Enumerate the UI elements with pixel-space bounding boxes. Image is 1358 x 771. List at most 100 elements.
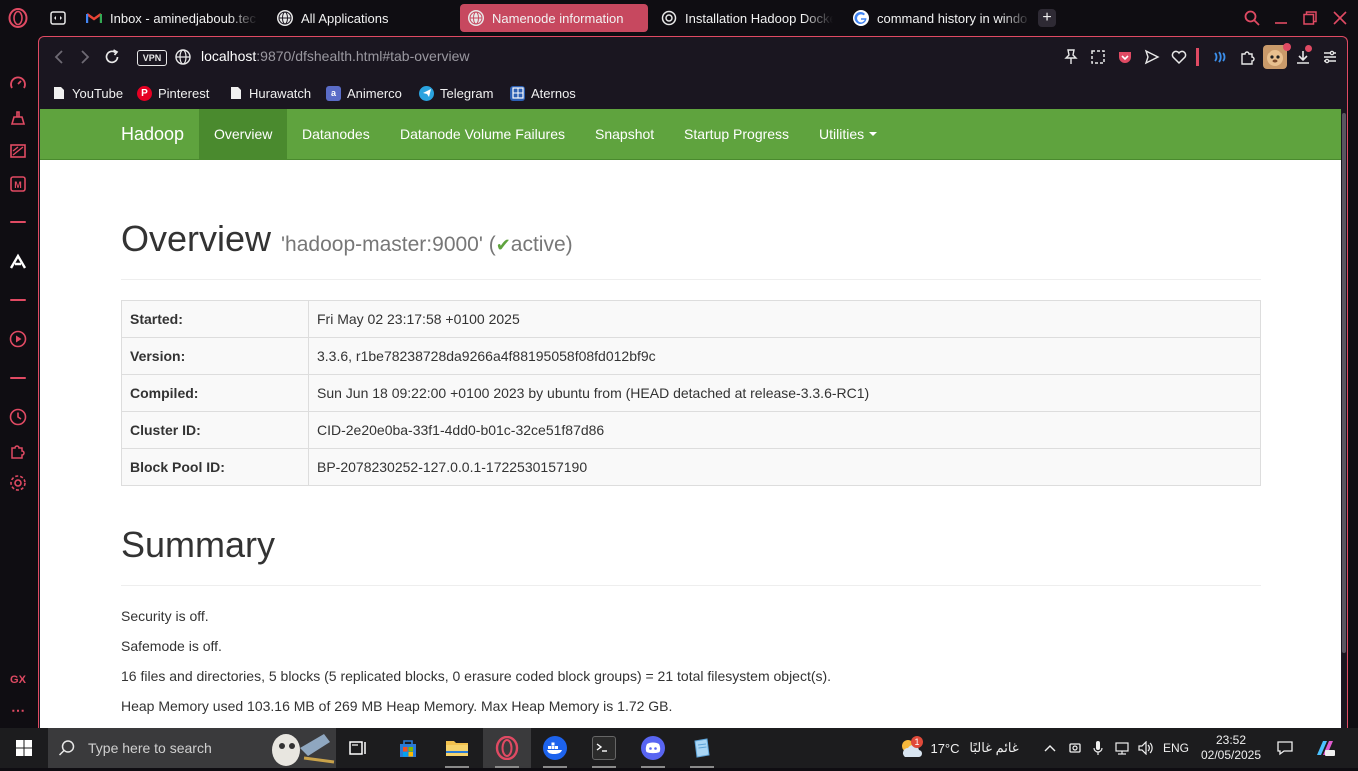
terminal-icon[interactable]	[580, 728, 628, 768]
toolbar-divider	[1196, 48, 1199, 66]
forward-icon[interactable]	[75, 47, 95, 67]
search-tabs-icon[interactable]	[1242, 8, 1262, 28]
bookmark-label: Pinterest	[158, 85, 210, 101]
document-icon	[51, 86, 66, 101]
copilot-icon[interactable]	[1310, 728, 1340, 768]
snapshot-icon[interactable]	[1088, 47, 1108, 67]
tab-all-applications[interactable]: All Applications	[269, 4, 449, 32]
summary-line: Security is off.	[121, 608, 209, 624]
extensions-icon[interactable]	[1238, 47, 1258, 67]
download-dot	[1305, 45, 1312, 52]
speed-dial-icon[interactable]	[7, 73, 29, 95]
clock[interactable]: 23:52 02/05/2025	[1196, 728, 1266, 768]
notepad-icon[interactable]	[678, 728, 726, 768]
minimize-icon[interactable]	[1271, 8, 1291, 28]
notifications-icon[interactable]	[1270, 728, 1300, 768]
nav-startup-progress[interactable]: Startup Progress	[669, 109, 804, 159]
svg-text:M: M	[14, 180, 22, 190]
taskbar-search[interactable]: Type here to search	[48, 728, 336, 768]
discord-icon[interactable]	[629, 728, 677, 768]
gmail-icon	[86, 10, 102, 26]
nav-datanode-volume-failures[interactable]: Datanode Volume Failures	[385, 109, 580, 159]
opera-gx-taskbar-icon[interactable]	[483, 728, 531, 768]
row-value: 3.3.6, r1be78238728da9266a4f88195058f08f…	[308, 337, 1261, 375]
summary-line: Heap Memory used 103.16 MB of 269 MB Hea…	[121, 698, 673, 714]
hadoop-navbar: Hadoop Overview Datanodes Datanode Volum…	[40, 109, 1342, 160]
summary-line: 16 files and directories, 5 blocks (5 re…	[121, 668, 832, 684]
microsoft-store-icon[interactable]	[384, 728, 432, 768]
reload-icon[interactable]	[102, 47, 122, 67]
tab-inbox[interactable]: Inbox - aminedjaboub.tec	[78, 4, 258, 32]
row-label: Compiled:	[121, 374, 309, 412]
bookmark-animerco[interactable]: a Animerco	[326, 82, 402, 104]
file-explorer-icon[interactable]	[433, 728, 481, 768]
row-value: CID-2e20e0ba-33f1-4dd0-b01c-32ce51f87d86	[308, 411, 1261, 449]
volume-icon[interactable]	[1136, 728, 1156, 768]
scrollbar-thumb[interactable]	[1342, 113, 1346, 653]
task-view-icon[interactable]	[334, 728, 382, 768]
notification-dot	[1283, 43, 1291, 51]
heart-icon[interactable]	[1169, 47, 1189, 67]
nav-utilities[interactable]: Utilities	[804, 109, 892, 159]
pocket-icon[interactable]	[1115, 47, 1135, 67]
hadoop-brand[interactable]: Hadoop	[121, 124, 184, 145]
globe-icon	[468, 10, 484, 26]
network-icon[interactable]	[1112, 728, 1132, 768]
tab-installation-hadoop[interactable]: Installation Hadoop Docke	[653, 4, 833, 32]
new-tab-button[interactable]: +	[1038, 9, 1056, 27]
windows-start-button[interactable]	[0, 728, 48, 768]
bookmark-hurawatch[interactable]: Hurawatch	[228, 82, 311, 104]
opera-logo-icon[interactable]	[7, 7, 29, 29]
sidebar-divider	[10, 299, 26, 301]
wallet-icon[interactable]	[1210, 47, 1230, 67]
chevron-up-icon[interactable]	[1040, 728, 1060, 768]
url-field[interactable]: localhost:9870/dfshealth.html#tab-overvi…	[201, 48, 470, 64]
row-label: Started:	[121, 300, 309, 338]
tab-switcher-button[interactable]	[42, 4, 76, 32]
gx-cleaner-icon[interactable]	[7, 107, 29, 129]
camera-icon[interactable]	[1065, 728, 1085, 768]
summary-heading: Summary	[121, 524, 276, 565]
weather-icon[interactable]	[896, 728, 926, 768]
globe-icon[interactable]	[173, 47, 193, 67]
tab-command-history[interactable]: command history in windo	[845, 4, 1031, 32]
back-icon[interactable]	[49, 47, 69, 67]
player-icon[interactable]	[7, 328, 29, 350]
overview-host: 'hadoop-master:9000' (✔active)	[281, 233, 573, 256]
sidebar-more-icon[interactable]: ⋯	[0, 702, 36, 719]
pin-icon[interactable]	[1061, 47, 1081, 67]
arc-app-icon[interactable]	[7, 251, 29, 273]
table-row: Cluster ID: CID-2e20e0ba-33f1-4dd0-b01c-3…	[121, 411, 1261, 449]
microphone-icon[interactable]	[1088, 728, 1108, 768]
easy-setup-icon[interactable]	[1320, 47, 1340, 67]
language-indicator[interactable]: ENG	[1160, 728, 1192, 768]
vpn-badge[interactable]: VPN	[137, 50, 167, 66]
tab-namenode-information[interactable]: Namenode information	[460, 4, 648, 32]
restore-icon[interactable]	[1300, 8, 1320, 28]
nav-datanodes[interactable]: Datanodes	[287, 109, 385, 159]
nav-snapshot[interactable]: Snapshot	[580, 109, 669, 159]
extensions-icon[interactable]	[7, 440, 29, 462]
animerco-icon: a	[326, 85, 341, 101]
nav-overview[interactable]: Overview	[199, 109, 288, 159]
weather-temp[interactable]: 17°C	[928, 728, 962, 768]
tab-title: All Applications	[301, 10, 389, 26]
history-icon[interactable]	[7, 406, 29, 428]
docker-icon[interactable]	[531, 728, 579, 768]
send-icon[interactable]	[1142, 47, 1162, 67]
divider	[121, 585, 1261, 586]
weather-condition[interactable]: غائم غالبًا	[964, 728, 1024, 768]
pinterest-icon: P	[137, 85, 152, 101]
bookmark-telegram[interactable]: Telegram	[419, 82, 493, 104]
close-icon[interactable]	[1330, 8, 1350, 28]
bookmark-pinterest[interactable]: P Pinterest	[137, 82, 209, 104]
settings-icon[interactable]	[7, 472, 29, 494]
gx-mods-icon[interactable]: M	[7, 173, 29, 195]
bookmark-youtube[interactable]: YouTube	[51, 82, 123, 104]
gx-control-icon[interactable]	[7, 140, 29, 162]
table-row: Started: Fri May 02 23:17:58 +0100 2025	[121, 300, 1261, 338]
check-icon: ✔	[495, 235, 511, 255]
search-highlight-icon	[264, 728, 336, 768]
bookmark-aternos[interactable]: Aternos	[510, 82, 576, 104]
gx-corner-label[interactable]: GX	[0, 674, 36, 686]
